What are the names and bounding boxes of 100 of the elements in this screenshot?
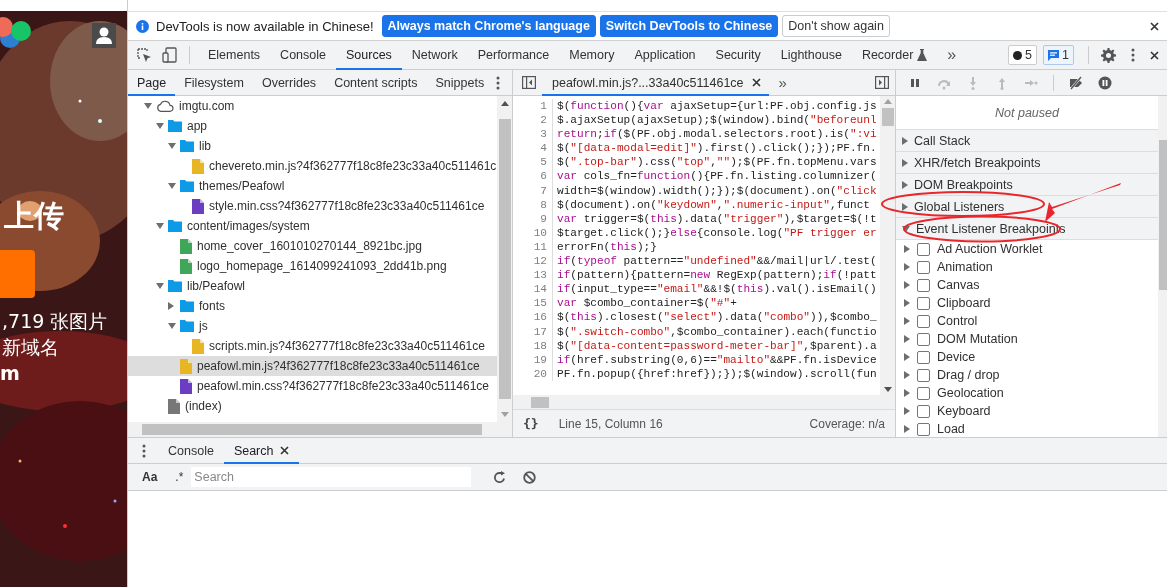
file-item[interactable]: scripts.min.js?4f362777f18c8fe23c33a40c511461ce <box>128 336 497 356</box>
language-button[interactable]: Always match Chrome's language <box>381 15 596 37</box>
event-category-label[interactable]: Load <box>937 422 965 436</box>
code-line: PF.fn.popup({href:href});});$(window).scroll(fun <box>557 366 877 381</box>
line-number: 13 <box>513 268 553 283</box>
navigator-tab[interactable]: Content scripts <box>325 69 427 96</box>
section-header[interactable]: DOM Breakpoints <box>896 174 1158 196</box>
error-count-badge[interactable]: 5 <box>1008 45 1038 65</box>
line-number: 17 <box>513 324 553 339</box>
panel-tab[interactable]: Recorder <box>851 40 938 70</box>
event-category-label[interactable]: Drag / drop <box>937 368 1000 382</box>
panel-tab[interactable]: Application <box>624 40 706 70</box>
line-number: 18 <box>513 338 553 353</box>
line-number: 20 <box>513 366 553 381</box>
event-category-label[interactable]: Control <box>937 314 978 328</box>
panel-tab[interactable]: Lighthouse <box>770 40 852 70</box>
code-line: var $combo_container=$("#"+ <box>557 296 737 311</box>
code-line: $(document).on("keydown",".numeric-input",funct <box>557 197 870 212</box>
code-line: width=$(window).width();});$(document).on("click <box>557 183 877 198</box>
section-header[interactable]: Global Listeners <box>896 196 1158 218</box>
line-number: 10 <box>513 225 553 240</box>
line-number: 6 <box>513 169 553 184</box>
folder-item[interactable]: lib/Peafowl <box>128 276 497 296</box>
folder-item[interactable]: imgtu.com <box>128 96 497 116</box>
event-category-label[interactable]: Canvas <box>937 278 980 292</box>
code-line: $(this).closest("select").data("combo")),$combo_ <box>557 310 877 325</box>
coverage-status: Coverage: n/a <box>809 416 885 431</box>
file-item[interactable]: logo_homepage_1614099241093_2dd41b.png <box>128 256 497 276</box>
regex-toggle[interactable]: .* <box>169 470 190 484</box>
line-number: 2 <box>513 113 553 128</box>
code-line: if(typeof pattern=="undefined"&&/mail|url/.test( <box>557 254 877 269</box>
file-item[interactable]: (index) <box>128 396 497 416</box>
drawer-tab[interactable]: Console <box>158 437 224 464</box>
code-line: if(input_type=="email"&&!$(this).val().isEmail() <box>557 282 877 297</box>
folder-item[interactable]: app <box>128 116 497 136</box>
line-number: 9 <box>513 211 553 226</box>
panel-tab[interactable]: Console <box>270 40 336 70</box>
line-number: 7 <box>513 183 553 198</box>
code-line: if(href.substring(0,6)=="mailto"&&PF.fn.isDevice <box>557 352 877 367</box>
file-item[interactable]: peafowl.min.js?4f362777f18c8fe23c33a40c511461ce <box>128 356 497 376</box>
folder-item[interactable]: fonts <box>128 296 497 316</box>
code-line: $target.click();}else{console.log("PF trigger er <box>557 225 877 240</box>
code-line: $("[data-content=password-meter-bar]",$parent).a <box>557 338 877 353</box>
language-button[interactable]: Switch DevTools to Chinese <box>599 15 779 37</box>
file-item[interactable]: style.min.css?4f362777f18c8fe23c33a40c511461ce <box>128 196 497 216</box>
line-number: 3 <box>513 127 553 142</box>
navigator-tab[interactable]: Overrides <box>252 69 326 96</box>
code-line: $(".switch-combo",$combo_container).each(functio <box>557 324 877 339</box>
line-number: 1 <box>513 99 553 114</box>
folder-item[interactable]: js <box>128 316 497 336</box>
code-line: $("[data-modal=edit]").first().click();});PF.fn. <box>557 141 877 156</box>
navigator-tab[interactable]: Page <box>128 69 176 96</box>
event-category-label[interactable]: Ad Auction Worklet <box>937 242 1043 256</box>
event-category-label[interactable]: Animation <box>937 260 993 274</box>
navigator-tab[interactable]: Filesystem <box>175 69 253 96</box>
cursor-position: Line 15, Column 16 <box>558 416 663 431</box>
dismiss-button[interactable]: Don't show again <box>782 15 890 37</box>
panel-tab[interactable]: Network <box>401 40 468 70</box>
navigator-tab[interactable]: Snippets <box>426 69 494 96</box>
line-number: 16 <box>513 310 553 325</box>
match-case-toggle[interactable]: Aa <box>136 470 164 484</box>
file-item[interactable]: peafowl.min.css?4f362777f18c8fe23c33a40c511461ce <box>128 376 497 396</box>
pretty-print-button[interactable]: {} <box>523 416 539 431</box>
domain-text: m <box>0 361 21 386</box>
hero-heading: 上传 <box>3 197 65 235</box>
panel-tab[interactable]: Elements <box>198 40 271 70</box>
folder-item[interactable]: content/images/system <box>128 216 497 236</box>
domain-notice-text: 新域名 <box>1 335 60 360</box>
more-files-button[interactable]: » <box>778 74 787 91</box>
event-category-label[interactable]: Keyboard <box>937 404 991 418</box>
line-number: 4 <box>513 141 553 156</box>
file-item[interactable]: home_cover_1601010270144_8921bc.jpg <box>128 236 497 256</box>
code-line: $(".top-bar").css("top","");$(PF.fn.topMenu.vars <box>557 155 877 170</box>
search-field[interactable]: Search <box>191 467 472 487</box>
file-item[interactable]: chevereto.min.js?4f362777f18c8fe23c33a40c511461c <box>128 156 497 176</box>
line-number: 12 <box>513 254 553 269</box>
code-line: if(pattern){pattern=new RegExp(pattern);if(!patt <box>557 268 877 283</box>
line-number: 19 <box>513 352 553 367</box>
code-line: $(function(){var ajaxSetup={url:PF.obj.config.js <box>557 99 877 114</box>
event-category-label[interactable]: Geolocation <box>937 386 1004 400</box>
more-tabs-button[interactable]: » <box>937 46 967 64</box>
line-number: 8 <box>513 197 553 212</box>
code-line: return;if($(PF.obj.modal.selectors.root).is(":vi <box>557 127 877 142</box>
folder-item[interactable]: lib <box>128 136 497 156</box>
panel-tab[interactable]: Security <box>705 40 771 70</box>
line-number: 15 <box>513 296 553 311</box>
section-header[interactable]: Call Stack <box>896 130 1158 152</box>
panel-tab[interactable]: Performance <box>467 40 560 70</box>
line-number: 11 <box>513 239 553 255</box>
folder-item[interactable]: themes/Peafowl <box>128 176 497 196</box>
event-category-label[interactable]: Clipboard <box>937 296 991 310</box>
line-number: 14 <box>513 282 553 297</box>
event-category-label[interactable]: Device <box>937 350 976 364</box>
section-header[interactable]: XHR/fetch Breakpoints <box>896 152 1158 174</box>
message-count-badge[interactable]: 1 <box>1043 45 1074 65</box>
panel-tab[interactable]: Memory <box>559 40 625 70</box>
event-category-label[interactable]: DOM Mutation <box>937 332 1018 346</box>
line-number: 5 <box>513 155 553 170</box>
code-line: var cols_fn=function(){PF.fn.listing.columnizer( <box>557 169 877 184</box>
file-tab[interactable]: peafowl.min.js?...33a40c511461ce <box>542 69 769 96</box>
